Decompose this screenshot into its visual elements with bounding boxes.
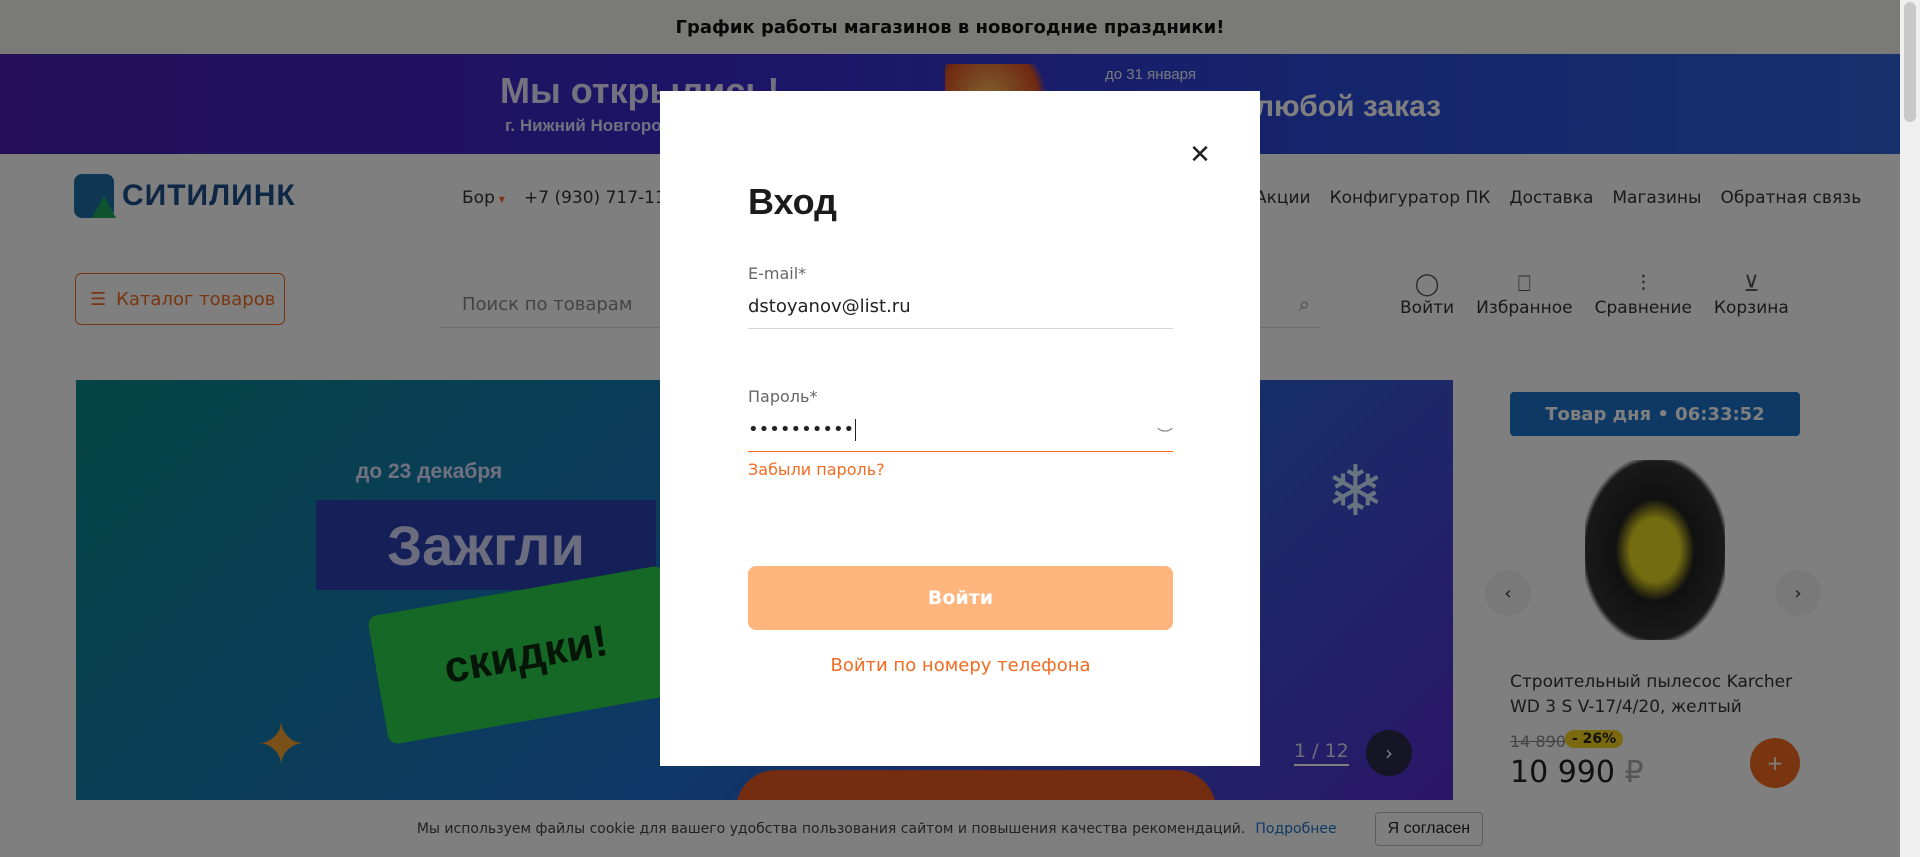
- email-label-text: E-mail: [748, 264, 799, 283]
- email-input[interactable]: dstoyanov@list.ru: [748, 293, 1173, 329]
- required-mark: *: [809, 387, 818, 406]
- password-input[interactable]: •••••••••• ︶: [748, 416, 1173, 452]
- login-modal: ✕ Вход E-mail* dstoyanov@list.ru Пароль*…: [660, 91, 1260, 766]
- modal-title: Вход: [748, 181, 838, 222]
- scrollbar-thumb[interactable]: [1904, 2, 1916, 122]
- phone-login-link[interactable]: Войти по номеру телефона: [748, 655, 1173, 676]
- submit-login-button[interactable]: Войти: [748, 566, 1173, 630]
- text-caret: [855, 419, 857, 441]
- password-value: ••••••••••: [748, 419, 855, 440]
- password-label-text: Пароль: [748, 387, 810, 406]
- email-value: dstoyanov@list.ru: [748, 296, 911, 317]
- password-field[interactable]: Пароль* •••••••••• ︶: [748, 387, 1173, 452]
- email-label: E-mail*: [748, 264, 1173, 283]
- password-label: Пароль*: [748, 387, 1173, 406]
- page-scrollbar[interactable]: [1900, 0, 1920, 857]
- forgot-password-link[interactable]: Забыли пароль?: [748, 460, 885, 479]
- required-mark: *: [798, 264, 807, 283]
- eye-closed-icon[interactable]: ︶: [1157, 422, 1173, 450]
- email-field[interactable]: E-mail* dstoyanov@list.ru: [748, 264, 1173, 329]
- close-icon[interactable]: ✕: [1186, 140, 1214, 170]
